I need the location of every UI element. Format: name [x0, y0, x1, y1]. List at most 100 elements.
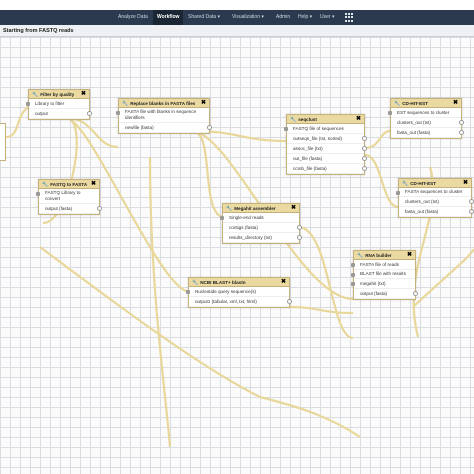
- output-terminal-row: newfile (fasta): [119, 123, 212, 133]
- close-icon[interactable]: ✖: [453, 99, 458, 107]
- nav-analyze-data[interactable]: Analyze Data: [118, 10, 148, 25]
- node-title: Megahit assembler: [234, 206, 276, 211]
- close-icon[interactable]: ✖: [91, 180, 96, 188]
- close-icon[interactable]: ✖: [281, 278, 286, 286]
- input-terminal[interactable]: [351, 263, 355, 267]
- wrench-icon: 🔧: [357, 253, 364, 259]
- node-seqclust[interactable]: 🔧 seqclust ✖ FASTQ file of sequences outse…: [284, 114, 367, 175]
- input-terminal[interactable]: [186, 290, 190, 294]
- apps-grid-icon[interactable]: [345, 13, 354, 22]
- wire: [287, 305, 354, 315]
- input-terminal-row: FASTA sequences to cluster: [396, 188, 471, 197]
- node-title: RNA builder: [365, 253, 392, 258]
- output-terminal[interactable]: [413, 291, 418, 296]
- output-terminal-row: fasta_out (fasta): [399, 207, 474, 217]
- output-terminal[interactable]: [459, 120, 464, 125]
- node-rna-builder[interactable]: 🔧 RNA builder ✖ FASTA file of reads BLAST …: [351, 250, 418, 300]
- wrench-icon: 🔧: [402, 181, 409, 187]
- node-title: Replace blanks in FASTA files: [130, 101, 196, 106]
- nav-help[interactable]: Help ▾: [298, 10, 312, 25]
- input-terminal-row: megahit (txt): [351, 279, 415, 289]
- input-terminal[interactable]: [220, 216, 224, 220]
- input-terminal[interactable]: [396, 191, 400, 195]
- node-title: CD-HIT-EST: [410, 181, 437, 186]
- wire: [148, 156, 172, 448]
- input-terminal[interactable]: [351, 273, 355, 277]
- input-terminal-row: FASTA file with blanks in sequence ident…: [116, 108, 209, 123]
- output-terminal-row: contigs (fasta): [223, 223, 302, 233]
- node-title: CD-HIT-EST: [402, 101, 429, 106]
- close-icon[interactable]: ✖: [356, 115, 361, 123]
- input-terminal[interactable]: [26, 102, 30, 106]
- output-terminal[interactable]: [459, 130, 464, 135]
- node-title: seqclust: [298, 117, 317, 122]
- output-terminal-row: output: [29, 109, 92, 119]
- wrench-icon: 🔧: [192, 280, 199, 286]
- node-ncbi-blastn[interactable]: 🔧 NCBI BLAST+ blastn ✖ Nucleotide query se…: [186, 277, 292, 308]
- input-terminal-row: EST sequences to cluster: [388, 108, 461, 118]
- wire: [364, 129, 391, 150]
- nav-workflow[interactable]: Workflow: [153, 10, 184, 25]
- wrench-icon: 🔧: [42, 182, 49, 188]
- output-terminal[interactable]: [297, 235, 302, 240]
- output-terminal-row: clusters_out (txt): [391, 118, 464, 128]
- input-terminal-row: BLAST file with results: [351, 270, 415, 279]
- workflow-canvas[interactable]: 🔧 Filter by quality ✖ Library to filter ou…: [0, 37, 474, 474]
- input-terminal-row: Library to filter: [26, 99, 89, 109]
- nav-admin[interactable]: Admin: [276, 10, 290, 25]
- wrench-icon: 🔧: [32, 92, 39, 98]
- node-replace-blanks[interactable]: 🔧 Replace blanks in FASTA files ✖ FASTA fi…: [116, 98, 212, 134]
- input-terminal[interactable]: [284, 127, 288, 131]
- output-terminal[interactable]: [362, 146, 367, 151]
- output-terminal[interactable]: [362, 136, 367, 141]
- input-terminal-row: Single-end reads: [220, 213, 299, 223]
- wrench-icon: 🔧: [226, 206, 233, 212]
- node-megahit-assembler[interactable]: 🔧 Megahit assembler ✖ Single-end reads con…: [220, 203, 302, 244]
- nav-user[interactable]: User ▾: [320, 10, 334, 25]
- output-terminal-row: out_file (fasta): [287, 154, 367, 164]
- input-terminal-row: FASTQ file of sequences: [284, 124, 364, 134]
- node-title: NCBI BLAST+ blastn: [200, 280, 246, 285]
- output-terminal-row: results_directory (txt): [223, 233, 302, 243]
- close-icon[interactable]: ✖: [407, 251, 412, 259]
- output-terminal[interactable]: [469, 199, 474, 204]
- output-terminal-row: output1 (tabular, xml, txt, html): [189, 297, 292, 307]
- input-terminal-row: FASTA file of reads: [351, 260, 415, 270]
- close-icon[interactable]: ✖: [463, 179, 468, 187]
- node-cd-hit-est-1[interactable]: 🔧 CD-HIT-EST ✖ EST sequences to cluster cl…: [388, 98, 464, 139]
- node-cd-hit-est-2[interactable]: 🔧 CD-HIT-EST ✖ FASTA sequences to cluster …: [396, 178, 474, 218]
- wrench-icon: 🔧: [290, 117, 297, 123]
- wrench-icon: 🔧: [122, 101, 129, 107]
- wrench-icon: 🔧: [394, 101, 401, 107]
- close-icon[interactable]: ✖: [291, 204, 296, 212]
- output-terminal[interactable]: [469, 209, 474, 214]
- close-icon[interactable]: ✖: [81, 90, 86, 98]
- input-terminal[interactable]: [116, 111, 120, 115]
- wire: [297, 225, 354, 340]
- output-terminal[interactable]: [362, 156, 367, 161]
- close-icon[interactable]: ✖: [201, 99, 206, 107]
- output-terminal-row: output (fasta): [39, 204, 102, 214]
- nav-visualization[interactable]: Visualization ▾: [232, 10, 264, 25]
- output-terminal[interactable]: [287, 299, 292, 304]
- input-terminal-row: Nucleotide query sequence(s): [186, 287, 289, 297]
- partial-node-left[interactable]: [0, 123, 6, 161]
- wire: [39, 246, 261, 398]
- node-title: FASTQ to FASTA: [50, 182, 88, 187]
- nav-shared-data[interactable]: Shared Data ▾: [188, 10, 220, 25]
- output-terminal[interactable]: [97, 206, 102, 211]
- output-terminal[interactable]: [207, 125, 212, 130]
- output-terminal-row: output (fasta): [354, 289, 418, 299]
- node-fastq-to-fasta[interactable]: 🔧 FASTQ to FASTA ✖ FASTQ Library to conver…: [36, 179, 102, 215]
- output-terminal[interactable]: [297, 225, 302, 230]
- wire: [191, 129, 223, 219]
- wire: [364, 153, 399, 209]
- input-terminal[interactable]: [351, 282, 355, 286]
- input-terminal[interactable]: [388, 111, 392, 115]
- output-terminal-row: ccmb_file (fasta): [287, 164, 367, 174]
- node-filter-by-quality[interactable]: 🔧 Filter by quality ✖ Library to filter ou…: [26, 89, 92, 120]
- output-terminal-row: fasta_out (fasta): [391, 128, 464, 138]
- input-terminal[interactable]: [36, 192, 40, 196]
- output-terminal[interactable]: [362, 166, 367, 171]
- output-terminal[interactable]: [87, 111, 92, 116]
